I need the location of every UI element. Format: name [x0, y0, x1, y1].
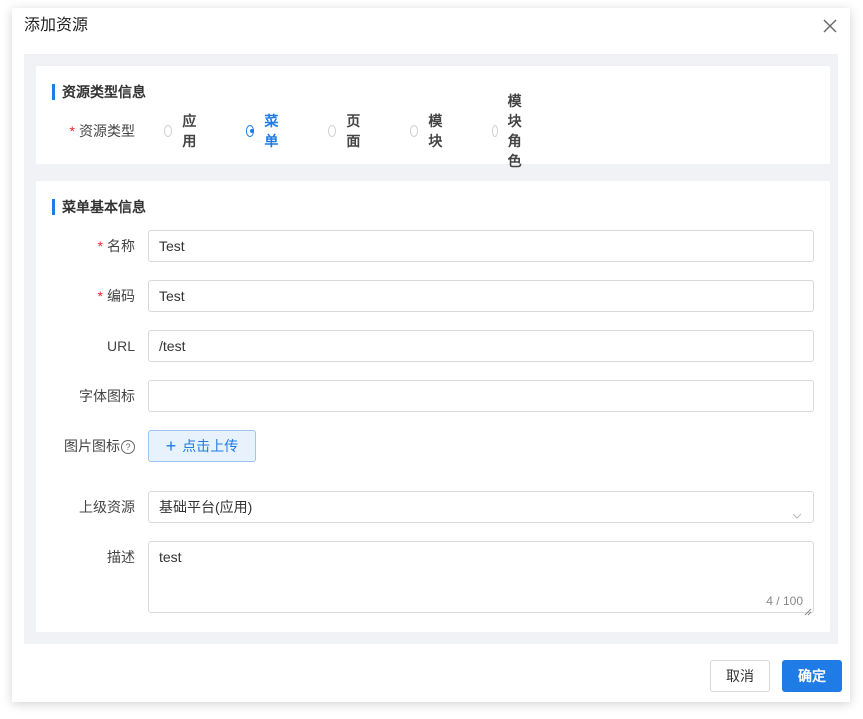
- resource-type-label: * 资源类型: [69, 123, 135, 139]
- dialog-body: 资源类型信息 * 资源类型 应用 菜单 页面 模块 模块角色 菜单基本信息 * …: [24, 54, 838, 644]
- code-input[interactable]: Test: [148, 280, 814, 312]
- radio-page[interactable]: 页面: [328, 113, 364, 149]
- image-icon-label: 图片图标?: [64, 430, 135, 462]
- upload-button[interactable]: + 点击上传: [148, 430, 256, 462]
- radio-circle: [410, 125, 419, 137]
- question-circle-icon[interactable]: ?: [121, 440, 135, 454]
- font-icon-label: 字体图标: [79, 388, 135, 404]
- plus-icon: +: [165, 436, 177, 456]
- resource-type-card: 资源类型信息 * 资源类型 应用 菜单 页面 模块 模块角色: [36, 66, 830, 169]
- radio-circle: [328, 125, 337, 137]
- description-label: 描述: [107, 549, 135, 565]
- code-label: * 编码: [97, 288, 135, 304]
- char-counter: 4 / 100: [766, 594, 803, 608]
- radio-circle-checked: [246, 125, 255, 137]
- parent-resource-label: 上级资源: [79, 499, 135, 515]
- url-label: URL: [106, 338, 135, 354]
- menu-info-card: 菜单基本信息 * 名称 Test * 编码 Test URL /test 字体图标 …: [36, 181, 830, 632]
- name-input[interactable]: Test: [148, 230, 814, 262]
- resource-type-section-title: 资源类型信息: [52, 84, 146, 100]
- add-resource-dialog: 添加资源 资源类型信息 * 资源类型 应用 菜单 页面 模块 模块角色 菜单基本…: [12, 8, 850, 702]
- menu-info-section-title: 菜单基本信息: [52, 199, 146, 215]
- font-icon-input[interactable]: [148, 380, 814, 412]
- confirm-button[interactable]: 确定: [782, 660, 842, 692]
- description-textarea[interactable]: test 4 / 100: [148, 541, 814, 616]
- close-icon[interactable]: [820, 16, 840, 36]
- parent-resource-select[interactable]: 基础平台(应用): [148, 491, 814, 523]
- name-label: * 名称: [97, 238, 135, 254]
- radio-circle: [164, 125, 173, 137]
- resource-type-row: * 资源类型 应用 菜单 页面 模块 模块角色: [36, 93, 830, 169]
- required-mark: *: [69, 123, 75, 139]
- chevron-down-icon: [791, 502, 803, 519]
- dialog-title: 添加资源: [24, 17, 89, 34]
- resize-handle-icon[interactable]: [804, 603, 812, 616]
- radio-menu[interactable]: 菜单: [246, 113, 282, 149]
- radio-app[interactable]: 应用: [164, 113, 200, 149]
- cancel-button[interactable]: 取消: [710, 660, 770, 692]
- radio-module[interactable]: 模块: [410, 113, 446, 149]
- dialog-header: 添加资源: [12, 8, 850, 52]
- radio-circle: [492, 125, 498, 137]
- radio-module-role[interactable]: 模块角色: [492, 93, 528, 169]
- url-input[interactable]: /test: [148, 330, 814, 362]
